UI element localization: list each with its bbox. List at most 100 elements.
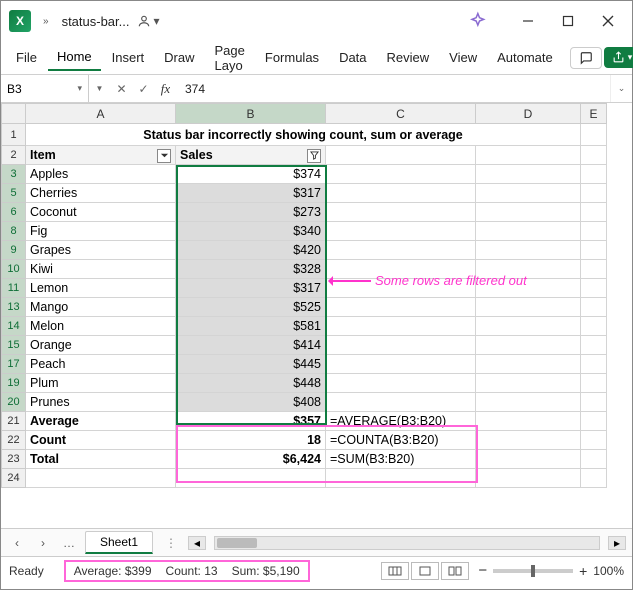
row-head[interactable]: 9 <box>2 241 26 260</box>
row-head[interactable]: 20 <box>2 393 26 412</box>
row-head-2[interactable]: 2 <box>2 146 26 165</box>
row-head[interactable]: 11 <box>2 279 26 298</box>
cell-header-item[interactable]: Item <box>26 146 176 165</box>
name-box[interactable]: B3 ▾ <box>1 75 89 102</box>
cell-sales[interactable]: $328 <box>176 260 326 279</box>
tab-automate[interactable]: Automate <box>488 45 562 70</box>
cell-sales[interactable]: $273 <box>176 203 326 222</box>
file-title[interactable]: status-bar... <box>62 14 130 29</box>
cell-summary-value[interactable]: 18 <box>176 431 326 450</box>
row-head[interactable]: 21 <box>2 412 26 431</box>
row-head[interactable]: 3 <box>2 165 26 184</box>
formula-expand-icon[interactable]: ⌄ <box>610 75 632 102</box>
row-head[interactable]: 19 <box>2 374 26 393</box>
view-page-break-button[interactable] <box>441 562 469 580</box>
cell-sales[interactable]: $445 <box>176 355 326 374</box>
zoom-level[interactable]: 100% <box>593 564 624 578</box>
hscroll-thumb[interactable] <box>217 538 257 548</box>
cell-sales[interactable]: $525 <box>176 298 326 317</box>
cell-item[interactable]: Orange <box>26 336 176 355</box>
tab-file[interactable]: File <box>7 45 46 70</box>
presence-indicator[interactable]: ▾ <box>137 14 159 28</box>
minimize-button[interactable] <box>508 7 548 35</box>
cell-item[interactable]: Fig <box>26 222 176 241</box>
share-button[interactable]: ▾ <box>604 47 633 68</box>
cell-item[interactable]: Lemon <box>26 279 176 298</box>
cell-sales[interactable]: $374 <box>176 165 326 184</box>
cell-item[interactable]: Kiwi <box>26 260 176 279</box>
tab-insert[interactable]: Insert <box>103 45 154 70</box>
row-head[interactable]: 5 <box>2 184 26 203</box>
cell-item[interactable]: Prunes <box>26 393 176 412</box>
hscroll-right[interactable]: ▸ <box>608 536 626 550</box>
zoom-slider[interactable] <box>493 569 573 573</box>
col-B[interactable]: B <box>176 104 326 124</box>
cell-sales[interactable]: $317 <box>176 279 326 298</box>
row-head[interactable]: 17 <box>2 355 26 374</box>
col-A[interactable]: A <box>26 104 176 124</box>
tab-draw[interactable]: Draw <box>155 45 203 70</box>
cell-sales[interactable]: $581 <box>176 317 326 336</box>
col-E[interactable]: E <box>581 104 607 124</box>
cell-sales[interactable]: $420 <box>176 241 326 260</box>
cell-summary-formula[interactable]: =AVERAGE(B3:B20) <box>326 412 476 431</box>
cell-summary-label[interactable]: Total <box>26 450 176 469</box>
cell-sales[interactable]: $414 <box>176 336 326 355</box>
comments-button[interactable] <box>570 47 602 69</box>
cell-item[interactable]: Plum <box>26 374 176 393</box>
cell-summary-label[interactable]: Count <box>26 431 176 450</box>
cell-sales[interactable]: $448 <box>176 374 326 393</box>
formula-dropdown-icon[interactable]: ▼ <box>89 75 111 102</box>
cell-summary-formula[interactable]: =SUM(B3:B20) <box>326 450 476 469</box>
sheet-tab-1[interactable]: Sheet1 <box>85 531 153 554</box>
row-head[interactable]: 13 <box>2 298 26 317</box>
cell-summary-value[interactable]: $357 <box>176 412 326 431</box>
row-head[interactable]: 14 <box>2 317 26 336</box>
formula-enter-button[interactable]: ✓ <box>133 75 155 102</box>
sheet-nav-more[interactable]: … <box>59 536 79 550</box>
row-head[interactable]: 23 <box>2 450 26 469</box>
row-head[interactable]: 15 <box>2 336 26 355</box>
cell-title[interactable]: Status bar incorrectly showing count, su… <box>26 124 581 146</box>
cell-item[interactable]: Cherries <box>26 184 176 203</box>
tab-page-layout[interactable]: Page Layo <box>206 38 254 78</box>
tab-review[interactable]: Review <box>378 45 439 70</box>
view-page-layout-button[interactable] <box>411 562 439 580</box>
filter-icon-item[interactable] <box>157 149 171 163</box>
zoom-slider-thumb[interactable] <box>531 565 535 577</box>
sheet-nav-next[interactable]: › <box>33 536 53 550</box>
fx-button[interactable]: fx <box>155 75 177 102</box>
formula-input[interactable]: 374 <box>177 75 610 102</box>
quick-access-chevron[interactable]: » <box>31 16 62 27</box>
hscroll-left[interactable]: ◂ <box>188 536 206 550</box>
filter-active-icon-sales[interactable] <box>307 149 321 163</box>
cell-item[interactable]: Melon <box>26 317 176 336</box>
tab-home[interactable]: Home <box>48 44 101 71</box>
hscroll-track[interactable] <box>214 536 600 550</box>
cell-item[interactable]: Coconut <box>26 203 176 222</box>
close-button[interactable] <box>588 7 628 35</box>
cell-summary-value[interactable]: $6,424 <box>176 450 326 469</box>
cell-header-sales[interactable]: Sales <box>176 146 326 165</box>
row-head[interactable]: 22 <box>2 431 26 450</box>
row-head[interactable]: 10 <box>2 260 26 279</box>
cell-item[interactable]: Peach <box>26 355 176 374</box>
row-head[interactable]: 8 <box>2 222 26 241</box>
sheet-nav-prev[interactable]: ‹ <box>7 536 27 550</box>
cell-summary-label[interactable]: Average <box>26 412 176 431</box>
select-all-corner[interactable] <box>2 104 26 124</box>
cell-item[interactable]: Grapes <box>26 241 176 260</box>
tab-view[interactable]: View <box>440 45 486 70</box>
cell-sales[interactable]: $408 <box>176 393 326 412</box>
row-head-blank[interactable]: 24 <box>2 469 26 488</box>
maximize-button[interactable] <box>548 7 588 35</box>
cell-item[interactable]: Mango <box>26 298 176 317</box>
zoom-in-button[interactable]: + <box>579 563 587 579</box>
cell-summary-formula[interactable]: =COUNTA(B3:B20) <box>326 431 476 450</box>
col-D[interactable]: D <box>476 104 581 124</box>
row-head[interactable]: 6 <box>2 203 26 222</box>
cell-sales[interactable]: $317 <box>176 184 326 203</box>
tab-data[interactable]: Data <box>330 45 375 70</box>
view-normal-button[interactable] <box>381 562 409 580</box>
tab-scroll-grip[interactable]: ⋮ <box>159 536 182 550</box>
